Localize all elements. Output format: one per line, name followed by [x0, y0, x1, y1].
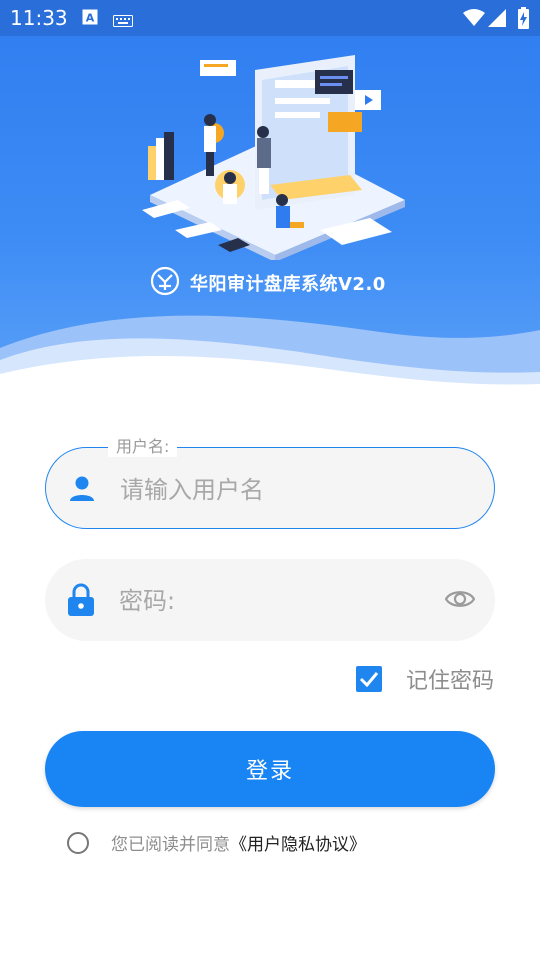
password-field[interactable]	[45, 559, 495, 641]
user-icon	[68, 474, 96, 506]
agreement-radio[interactable]	[67, 831, 89, 854]
wifi-icon	[463, 9, 485, 31]
wave-decoration	[0, 315, 540, 390]
password-input[interactable]	[117, 577, 431, 625]
username-label: 用户名:	[108, 433, 178, 457]
status-time: 11:33	[10, 6, 68, 30]
status-bar: 11:33 A	[0, 0, 540, 36]
username-input[interactable]	[118, 466, 432, 514]
privacy-policy-link[interactable]: 《用户隐私协议》	[230, 835, 366, 855]
hero-illustration	[130, 50, 410, 264]
svg-text:A: A	[86, 12, 95, 25]
battery-charging-icon	[518, 7, 529, 33]
header-banner: 11:33 A 华阳审计盘库系统V2.0	[0, 0, 540, 390]
lock-icon	[67, 583, 95, 621]
remember-label: 记住密码	[405, 669, 494, 694]
eye-icon[interactable]	[444, 587, 476, 615]
signal-icon	[488, 9, 506, 31]
login-button[interactable]: 登录	[45, 731, 495, 807]
remember-password[interactable]: 记住密码	[355, 663, 494, 695]
privacy-agreement[interactable]: 您已阅读并同意《用户隐私协议》	[67, 830, 366, 855]
username-field[interactable]	[45, 447, 495, 529]
keyboard-icon	[113, 12, 133, 31]
checkmark-icon	[359, 672, 379, 687]
agreement-text: 您已阅读并同意《用户隐私协议》	[111, 830, 366, 855]
agreement-prefix: 您已阅读并同意	[111, 835, 230, 855]
a-keyboard-icon: A	[82, 9, 98, 29]
remember-checkbox[interactable]	[355, 666, 382, 692]
